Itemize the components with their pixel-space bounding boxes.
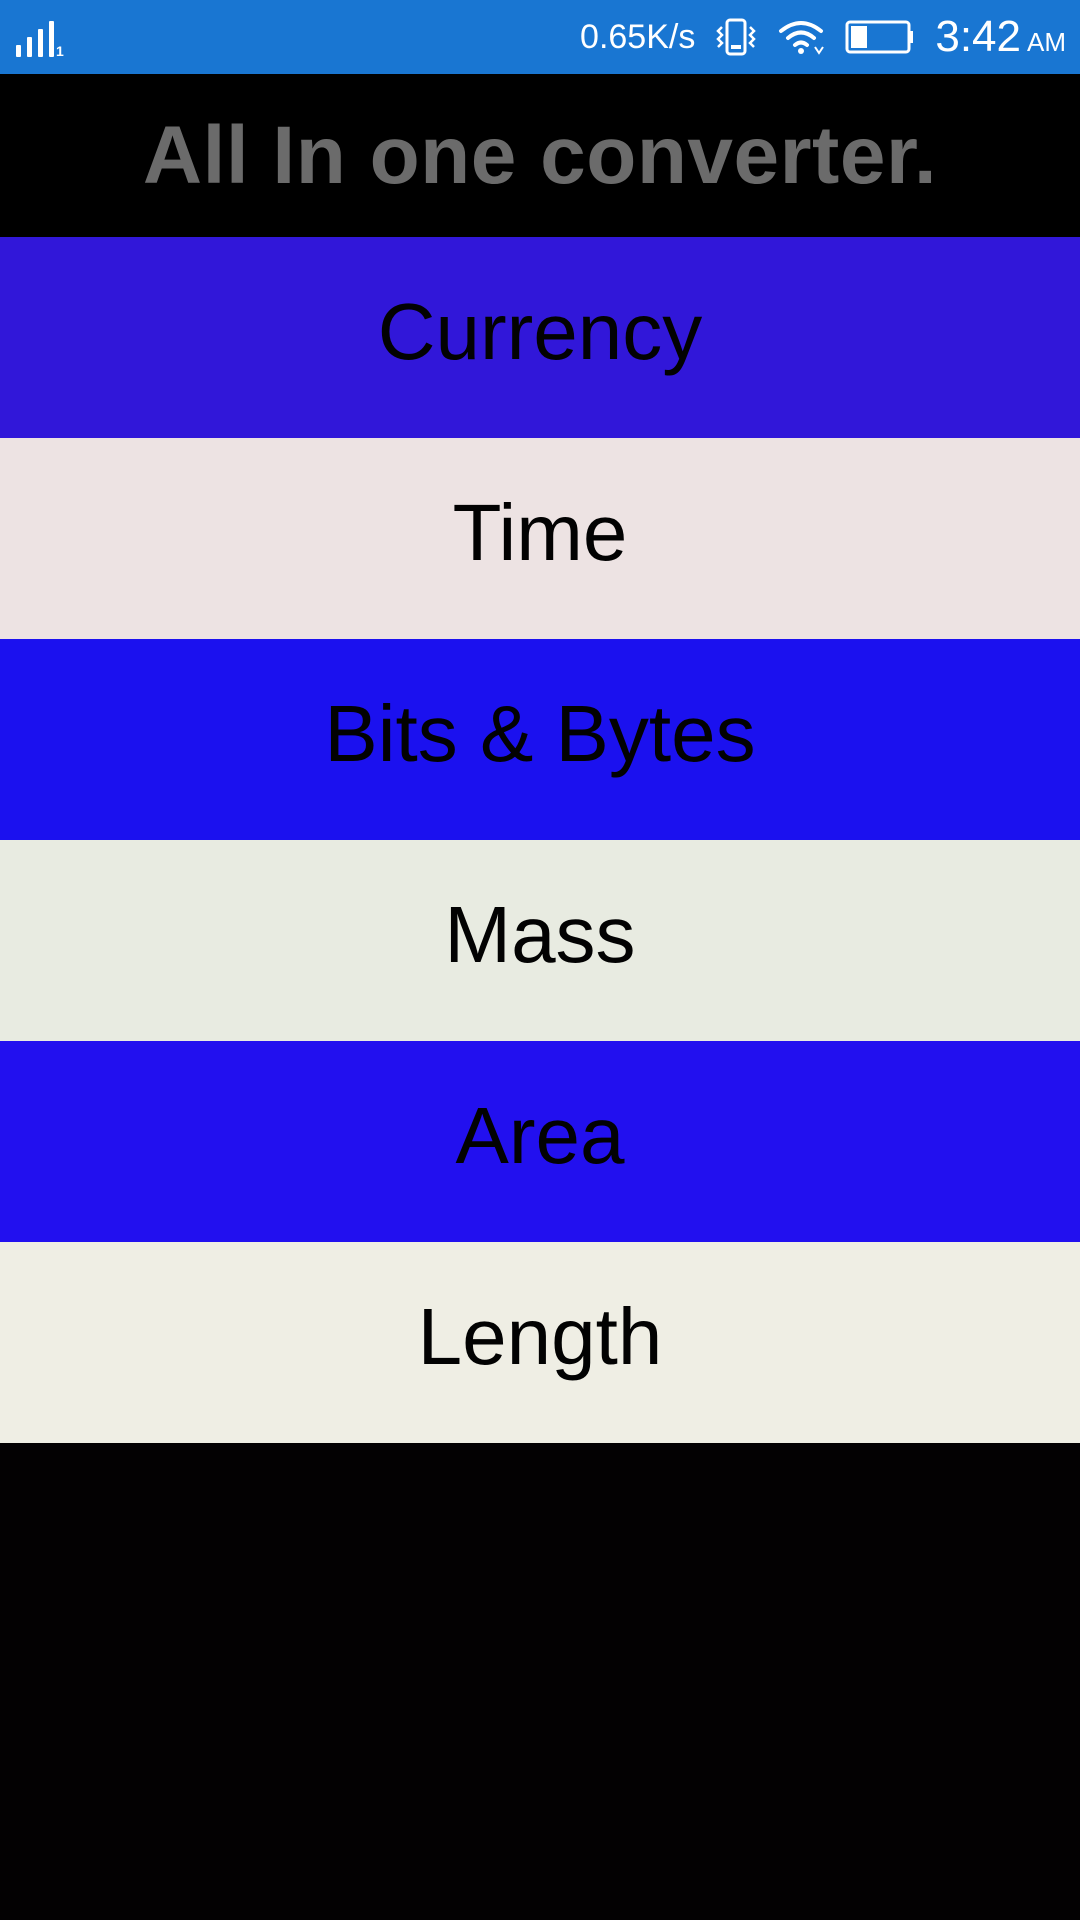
battery-icon xyxy=(845,20,914,54)
converter-menu: Currency Time Bits & Bytes Mass Area Len… xyxy=(0,237,1080,1443)
signal-icon: 1 xyxy=(16,17,64,59)
page-title: All In one converter. xyxy=(142,109,938,201)
vibrate-icon xyxy=(716,18,757,56)
menu-item-mass[interactable]: Mass xyxy=(0,840,1080,1041)
menu-item-bits-bytes[interactable]: Bits & Bytes xyxy=(0,639,1080,840)
clock-time: 3:42 xyxy=(935,12,1021,61)
menu-item-label: Length xyxy=(417,1291,663,1381)
clock: 3:42 AM xyxy=(935,12,1066,62)
menu-item-length[interactable]: Length xyxy=(0,1242,1080,1443)
menu-item-label: Currency xyxy=(377,286,703,376)
menu-item-time[interactable]: Time xyxy=(0,438,1080,639)
clock-ampm: AM xyxy=(1027,27,1066,57)
menu-item-label: Bits & Bytes xyxy=(324,688,756,778)
menu-item-area[interactable]: Area xyxy=(0,1041,1080,1242)
signal-sim-number: 1 xyxy=(56,43,64,59)
menu-item-label: Area xyxy=(455,1090,625,1180)
menu-item-currency[interactable]: Currency xyxy=(0,237,1080,438)
app-header: All In one converter. xyxy=(0,74,1080,237)
network-speed: 0.65K/s xyxy=(580,17,696,56)
menu-item-label: Time xyxy=(452,487,628,577)
wifi-icon xyxy=(779,21,825,55)
status-bar: 1 0.65K/s 3:42 AM xyxy=(0,0,1080,74)
menu-item-label: Mass xyxy=(444,889,636,979)
